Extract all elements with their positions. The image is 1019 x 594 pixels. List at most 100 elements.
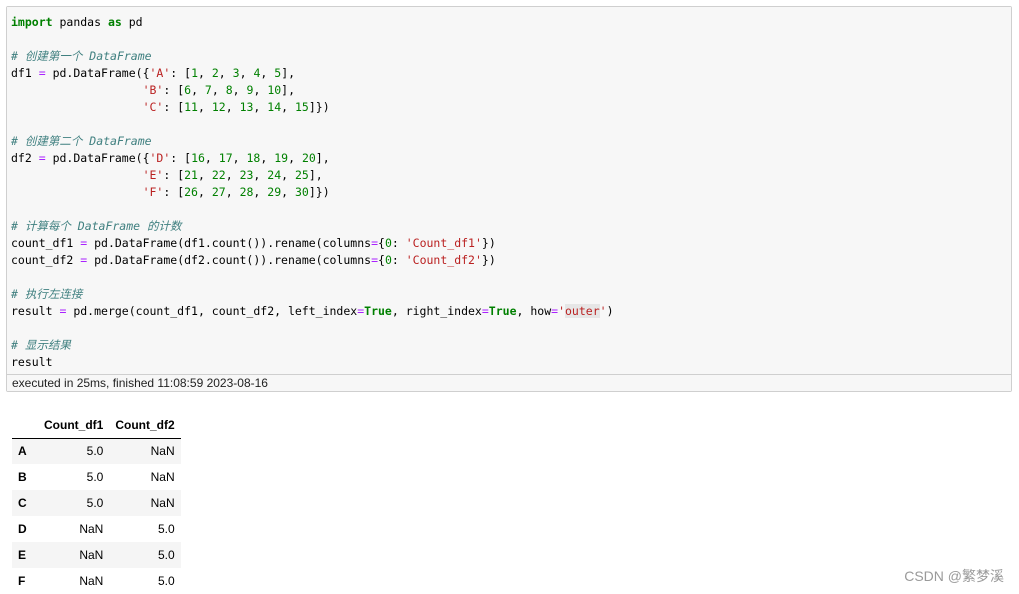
code-token: 25 xyxy=(295,168,309,182)
code-token: 12 xyxy=(211,100,226,114)
code-token: True xyxy=(488,304,517,318)
code-token: : [ xyxy=(170,66,192,80)
code-line: count_df2 = pd.DataFrame(df2.count()).re… xyxy=(11,252,1011,269)
code-token: 22 xyxy=(211,168,226,182)
code-token: 28 xyxy=(239,185,254,199)
table-cell: NaN xyxy=(150,444,175,459)
code-token: ]}) xyxy=(308,100,330,114)
code-token: 29 xyxy=(267,185,282,199)
table-cell: 5.0 xyxy=(157,574,175,588)
code-token: # 执行左连接 xyxy=(11,287,83,301)
code-token: pd.DataFrame({ xyxy=(45,66,150,80)
code-token: : xyxy=(391,236,406,250)
code-token: }) xyxy=(481,253,496,267)
code-token: 10 xyxy=(267,83,282,97)
code-token: , xyxy=(232,83,247,97)
code-line: # 创建第一个 DataFrame xyxy=(11,48,1011,65)
code-token: 8 xyxy=(225,83,233,97)
code-token: count_df2 xyxy=(11,253,81,267)
code-line: # 创建第二个 DataFrame xyxy=(11,133,1011,150)
code-token: 14 xyxy=(267,100,282,114)
row-index: C xyxy=(18,496,27,510)
table-cell: NaN xyxy=(79,574,104,588)
code-token: 11 xyxy=(184,100,198,114)
code-token: 'Count_df1' xyxy=(405,236,482,250)
code-token: 'F' xyxy=(142,185,164,199)
table-cell: NaN xyxy=(150,470,175,484)
code-line: 'B': [6, 7, 8, 9, 10], xyxy=(11,82,1011,99)
code-token: , xyxy=(191,83,205,97)
code-token: 3 xyxy=(232,66,240,80)
code-token: 'A' xyxy=(149,66,171,80)
code-token: as xyxy=(107,15,122,29)
code-line: # 计算每个 DataFrame 的计数 xyxy=(11,218,1011,235)
code-line: # 执行左连接 xyxy=(11,286,1011,303)
code-token: pandas xyxy=(52,15,108,29)
code-line: count_df1 = pd.DataFrame(df1.count()).re… xyxy=(11,235,1011,252)
table-row: A 5.0 NaN xyxy=(12,438,181,464)
code-token: 17 xyxy=(218,151,233,165)
code-token: , xyxy=(225,168,240,182)
code-token: , xyxy=(232,151,247,165)
code-token: , xyxy=(281,100,295,114)
code-token: , xyxy=(225,100,240,114)
code-line: result = pd.merge(count_df1, count_df2, … xyxy=(11,303,1011,320)
code-token: = xyxy=(38,66,46,80)
execution-info: executed in 25ms, finished 11:08:59 2023… xyxy=(7,374,1011,391)
code-token: }) xyxy=(481,236,496,250)
code-token: ) xyxy=(606,304,614,318)
code-token: 16 xyxy=(191,151,205,165)
code-token: = xyxy=(371,253,378,267)
code-token: pd.merge(count_df1, count_df2, left_inde… xyxy=(66,304,358,318)
row-index: D xyxy=(18,522,27,536)
code-editor[interactable]: import pandas as pd # 创建第一个 DataFrame df1… xyxy=(7,7,1011,375)
code-cell[interactable]: import pandas as pd # 创建第一个 DataFrame df1… xyxy=(6,6,1012,392)
code-token: import xyxy=(11,15,53,29)
code-token: 7 xyxy=(204,83,212,97)
code-token: ' xyxy=(558,304,565,318)
code-token: pd.DataFrame(df2.count()).rename(columns xyxy=(87,253,372,267)
code-token: , how xyxy=(516,304,552,318)
code-token: , xyxy=(260,66,275,80)
row-index: F xyxy=(18,574,26,588)
code-token: , xyxy=(198,66,212,80)
code-line: result xyxy=(11,354,1011,371)
code-token: = xyxy=(38,151,46,165)
code-line: df1 = pd.DataFrame({'A': [1, 2, 3, 4, 5]… xyxy=(11,65,1011,82)
table-cell: NaN xyxy=(79,548,104,562)
table-cell: NaN xyxy=(79,522,104,536)
code-token: : [ xyxy=(163,100,185,114)
code-token: # 创建第二个 DataFrame xyxy=(11,134,152,148)
code-token: 19 xyxy=(274,151,289,165)
code-token: count_df1 xyxy=(11,236,81,250)
watermark: CSDN @繁梦溪 xyxy=(904,568,1004,584)
column-header: Count_df1 xyxy=(38,412,110,439)
table-row: B 5.0 NaN xyxy=(12,464,181,490)
code-token: ], xyxy=(281,66,296,80)
code-token: 0 xyxy=(384,236,392,250)
code-token: : [ xyxy=(163,83,185,97)
code-token: ' xyxy=(599,304,607,318)
table-cell: 5.0 xyxy=(86,444,104,459)
table-header-row: Count_df1 Count_df2 xyxy=(12,412,181,439)
code-token: # 显示结果 xyxy=(11,338,71,352)
table-row: C 5.0 NaN xyxy=(12,490,181,516)
column-header: Count_df2 xyxy=(109,412,181,439)
code-token: 2 xyxy=(211,66,219,80)
code-token: # 创建第一个 DataFrame xyxy=(11,49,152,63)
code-token: ], xyxy=(315,151,330,165)
code-token: 26 xyxy=(184,185,198,199)
code-token: pd.DataFrame(df1.count()).rename(columns xyxy=(87,236,372,250)
code-token: 15 xyxy=(295,100,309,114)
code-token: , xyxy=(253,83,268,97)
code-token: result xyxy=(11,355,53,369)
code-line: df2 = pd.DataFrame({'D': [16, 17, 18, 19… xyxy=(11,150,1011,167)
code-token: , xyxy=(218,66,233,80)
table-row: F NaN 5.0 xyxy=(12,568,181,594)
